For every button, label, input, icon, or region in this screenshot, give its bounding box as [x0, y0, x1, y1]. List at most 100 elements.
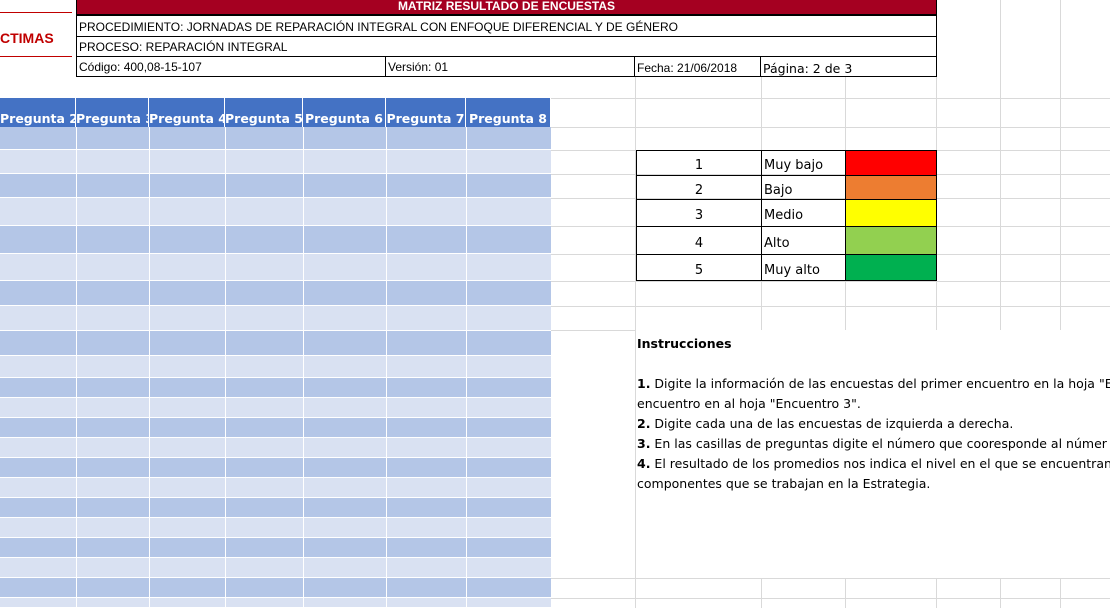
cell-divider [386, 398, 387, 417]
step-number: 4. [637, 456, 651, 471]
table-row[interactable] [0, 398, 551, 417]
legend-num-4[interactable]: 4 [636, 226, 762, 255]
header-pagina[interactable]: Página: 2 de 3 [760, 56, 937, 77]
cell-divider [466, 478, 467, 497]
cell-divider [466, 418, 467, 437]
cell-divider [466, 398, 467, 417]
cell-divider [149, 538, 150, 557]
table-row[interactable] [0, 438, 551, 457]
column-header-pregunta-3[interactable]: Pregunta 3 [76, 98, 149, 127]
legend-num-3[interactable]: 3 [636, 199, 762, 227]
cell-divider [76, 226, 77, 253]
step-number: 2. [637, 416, 651, 431]
cell-divider [76, 150, 77, 173]
cell-divider [386, 281, 387, 305]
cell-divider [225, 226, 226, 253]
cell-divider [303, 306, 304, 330]
legend-num-2[interactable]: 2 [636, 175, 762, 200]
cell-divider [149, 150, 150, 173]
cell-divider [303, 150, 304, 173]
table-row[interactable] [0, 356, 551, 377]
table-row[interactable] [0, 174, 551, 197]
table-row[interactable] [0, 378, 551, 397]
logo-rule [0, 12, 72, 13]
gridline [551, 281, 1110, 282]
legend-label-5[interactable]: Muy alto [761, 254, 846, 281]
cell-divider [149, 306, 150, 330]
gridline [551, 598, 1110, 599]
table-row[interactable] [0, 518, 551, 537]
cell-divider [149, 198, 150, 225]
cell-divider [149, 478, 150, 497]
header-procedimiento[interactable]: PROCEDIMIENTO: JORNADAS DE REPARACIÓN IN… [76, 15, 937, 37]
cell-divider [303, 558, 304, 577]
table-row[interactable] [0, 127, 551, 149]
table-row[interactable] [0, 254, 551, 280]
legend-label-1[interactable]: Muy bajo [761, 150, 846, 176]
legend-color-2[interactable] [845, 175, 937, 200]
legend-num-1[interactable]: 1 [636, 150, 762, 176]
instruction-step-4-cont: componentes que se trabajan en la Estrat… [637, 476, 931, 491]
column-header-pregunta-4[interactable]: Pregunta 4 [149, 98, 225, 127]
cell-divider [303, 538, 304, 557]
cell-divider [303, 226, 304, 253]
table-row[interactable] [0, 478, 551, 497]
header-title[interactable]: MATRIZ RESULTADO DE ENCUESTAS [76, 0, 937, 15]
table-row[interactable] [0, 281, 551, 305]
cell-divider [303, 498, 304, 517]
table-row[interactable] [0, 538, 551, 557]
cell-divider [76, 198, 77, 225]
column-header-pregunta-6[interactable]: Pregunta 6 [303, 98, 386, 127]
table-row[interactable] [0, 558, 551, 577]
step-number: 1. [637, 376, 651, 391]
cell-divider [386, 598, 387, 607]
cell-divider [303, 478, 304, 497]
table-row[interactable] [0, 226, 551, 253]
table-row[interactable] [0, 598, 551, 607]
cell-divider [225, 578, 226, 597]
table-row[interactable] [0, 331, 551, 355]
instructions-box[interactable] [636, 330, 1110, 578]
cell-divider [225, 538, 226, 557]
cell-divider [303, 254, 304, 280]
cell-divider [386, 498, 387, 517]
cell-divider [225, 458, 226, 477]
table-row[interactable] [0, 498, 551, 517]
cell-divider [225, 281, 226, 305]
legend-label-3[interactable]: Medio [761, 199, 846, 227]
legend-label-4[interactable]: Alto [761, 226, 846, 255]
table-row[interactable] [0, 150, 551, 173]
column-header-pregunta-2[interactable]: Pregunta 2 [0, 98, 76, 127]
table-row[interactable] [0, 306, 551, 330]
cell-divider [149, 578, 150, 597]
cell-divider [466, 226, 467, 253]
column-header-pregunta-7[interactable]: Pregunta 7 [386, 98, 466, 127]
legend-num-5[interactable]: 5 [636, 254, 762, 281]
table-row[interactable] [0, 578, 551, 597]
cell-divider [466, 378, 467, 397]
header-version[interactable]: Versión: 01 [385, 56, 635, 77]
cell-divider [303, 598, 304, 607]
column-header-pregunta-5[interactable]: Pregunta 5 [225, 98, 303, 127]
cell-divider [225, 306, 226, 330]
legend-color-5[interactable] [845, 254, 937, 281]
header-proceso[interactable]: PROCESO: REPARACIÓN INTEGRAL [76, 36, 937, 57]
legend-color-1[interactable] [845, 150, 937, 176]
legend-label-2[interactable]: Bajo [761, 175, 846, 200]
cell-divider [76, 598, 77, 607]
legend-color-4[interactable] [845, 226, 937, 255]
header-fecha[interactable]: Fecha: 21/06/2018 [634, 56, 761, 77]
table-row[interactable] [0, 458, 551, 477]
table-row[interactable] [0, 418, 551, 437]
header-codigo[interactable]: Código: 400,08-15-107 [76, 56, 386, 77]
column-header-pregunta-8[interactable]: Pregunta 8 [466, 98, 551, 127]
legend-color-3[interactable] [845, 199, 937, 227]
cell-divider [76, 254, 77, 280]
cell-divider [149, 498, 150, 517]
gridline [551, 127, 1110, 128]
cell-divider [303, 174, 304, 197]
cell-divider [149, 331, 150, 355]
cell-divider [225, 254, 226, 280]
table-row[interactable] [0, 198, 551, 225]
cell-divider [303, 356, 304, 377]
